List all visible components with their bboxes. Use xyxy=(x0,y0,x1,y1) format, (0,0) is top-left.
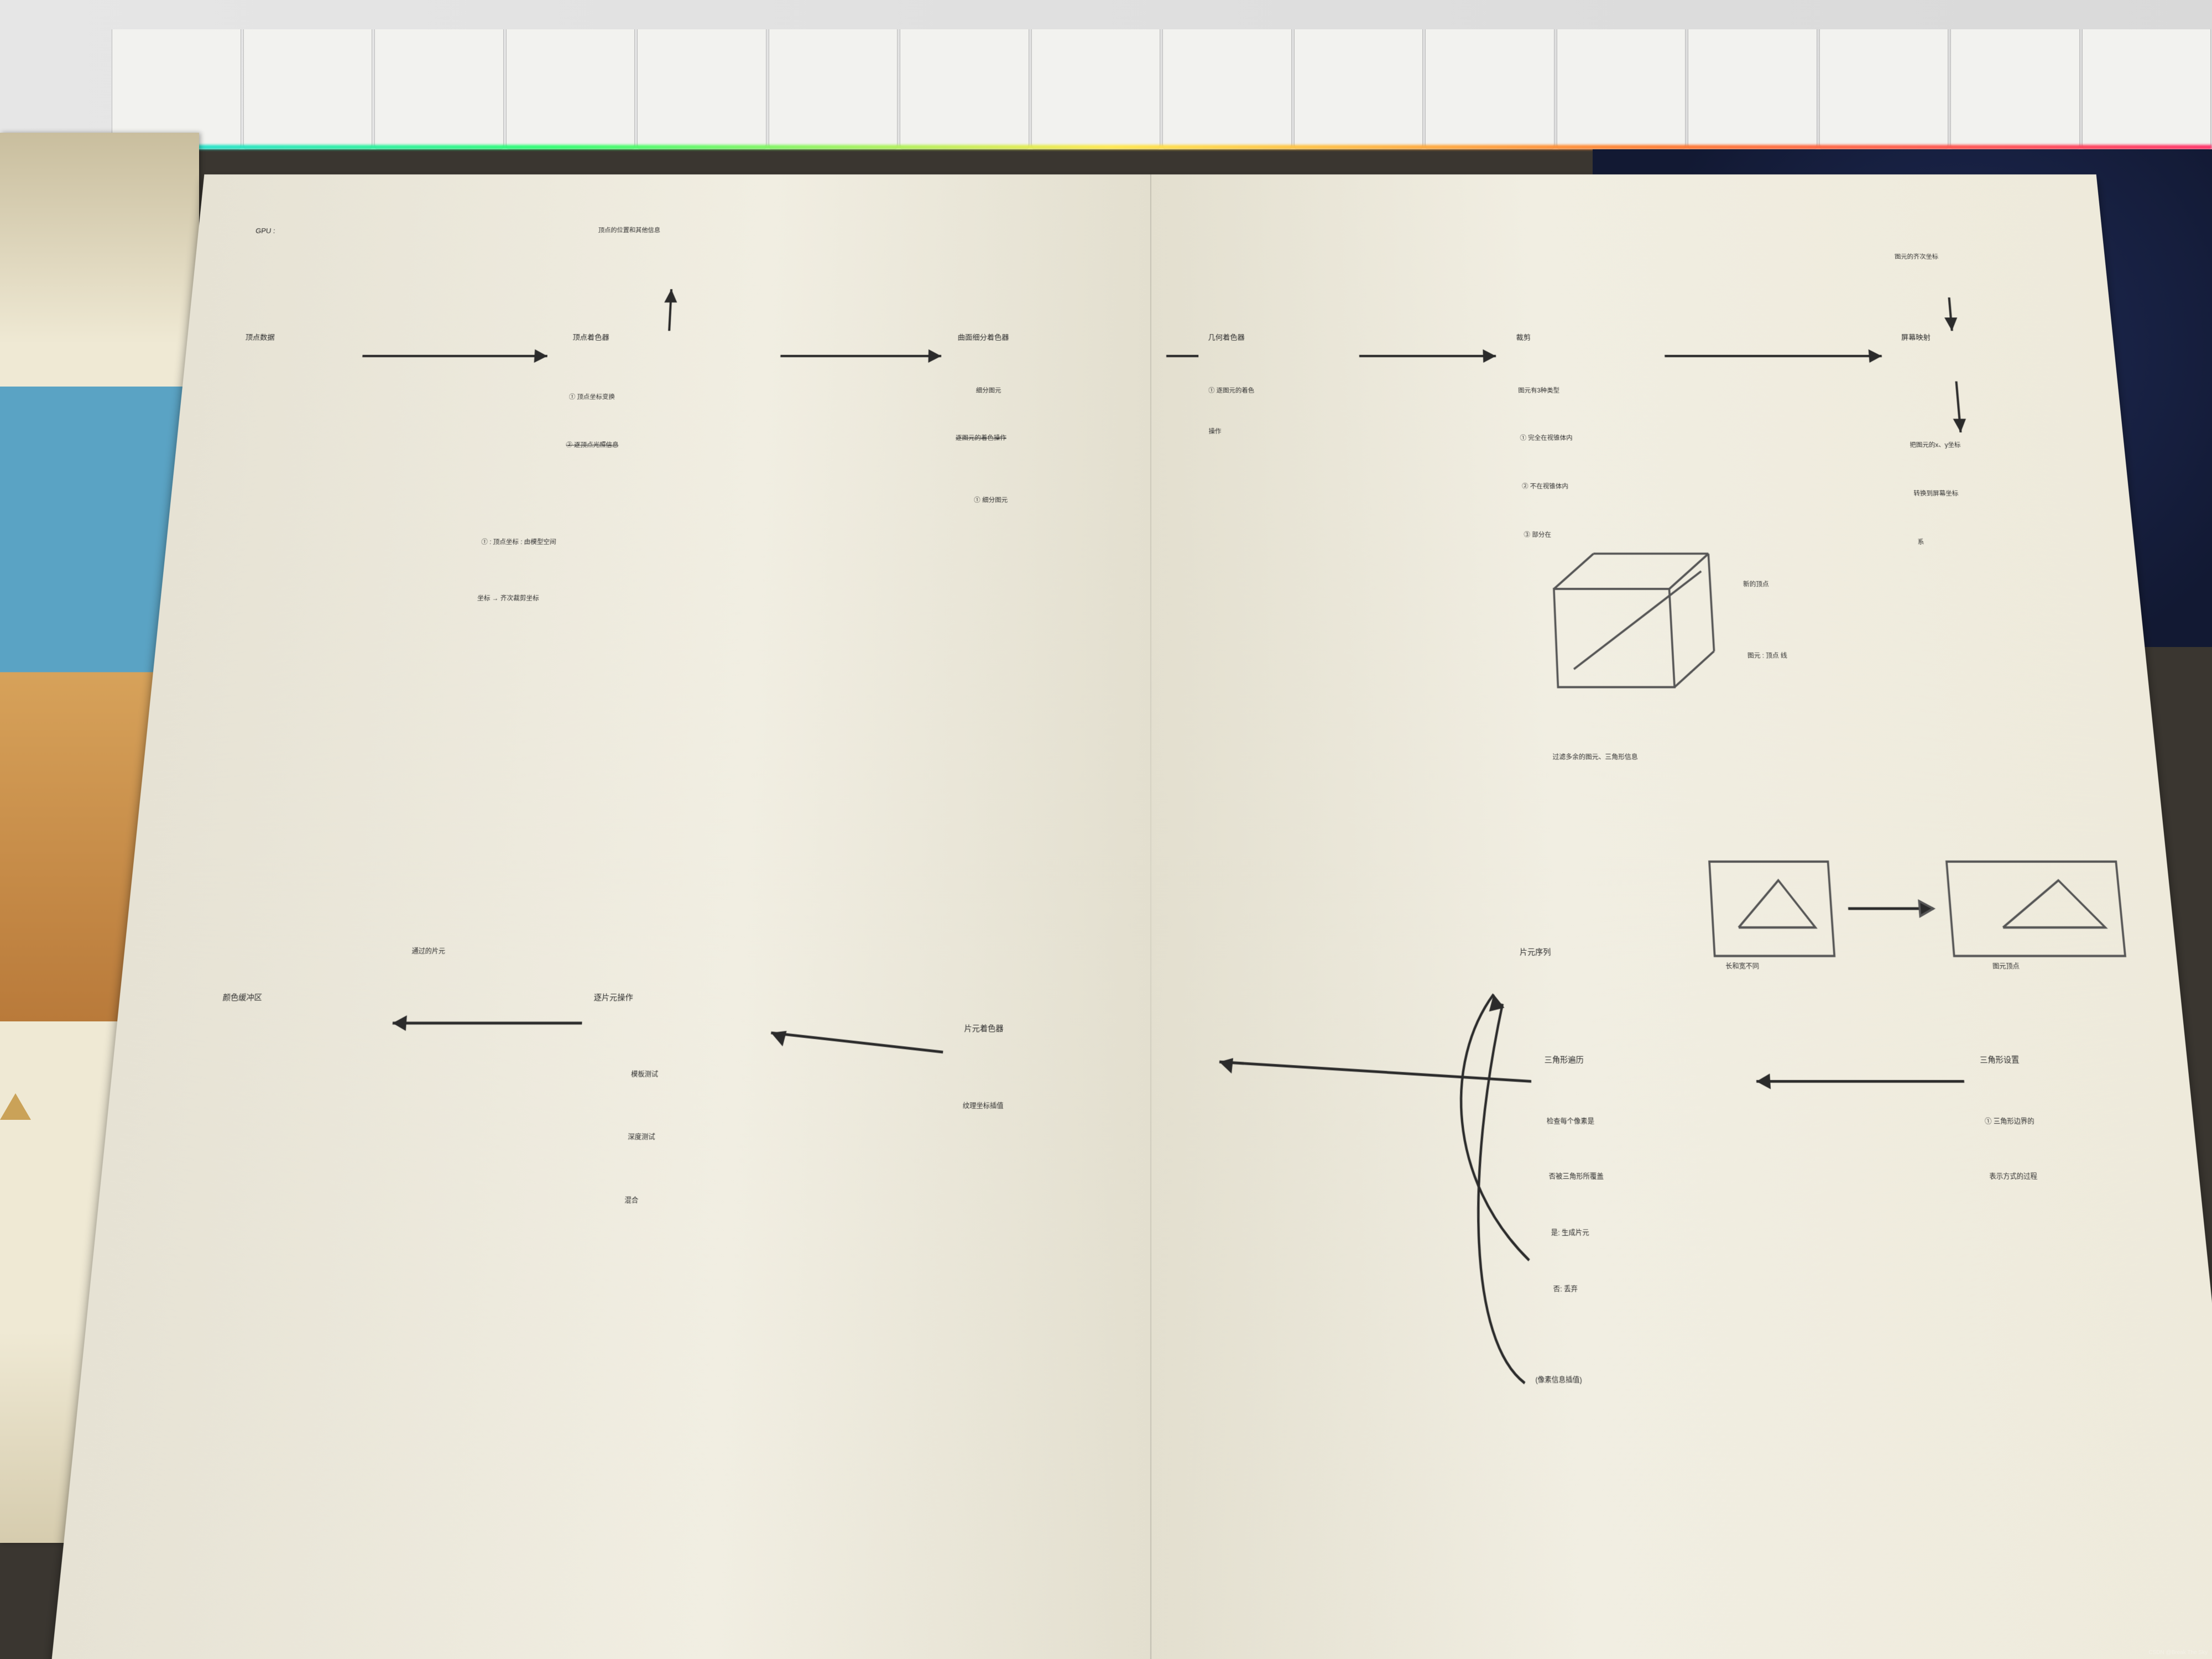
open-notebook: GPU : 顶点的位置和其他信息 顶点数据 顶点着色器 ① 顶点坐标变换 ② 逐… xyxy=(49,174,2212,1659)
notebook-spine xyxy=(1150,174,1151,1659)
left-page-arrows xyxy=(49,174,1150,1659)
right-page-arrows xyxy=(1150,174,2212,1659)
notebook-left-page: GPU : 顶点的位置和其他信息 顶点数据 顶点着色器 ① 顶点坐标变换 ② 逐… xyxy=(49,174,1150,1659)
watermark: CSDN @Break The Sky xyxy=(2148,1650,2208,1656)
keyboard-edge xyxy=(0,0,2212,149)
notebook-right-page: 几何着色器 ① 逐图元的着色 操作 裁剪 图元有3种类型 ① 完全在视锥体内 ②… xyxy=(1150,174,2212,1659)
photo-scene: GPU : 顶点的位置和其他信息 顶点数据 顶点着色器 ① 顶点坐标变换 ② 逐… xyxy=(0,0,2212,1659)
rgb-underglow xyxy=(0,145,2212,149)
